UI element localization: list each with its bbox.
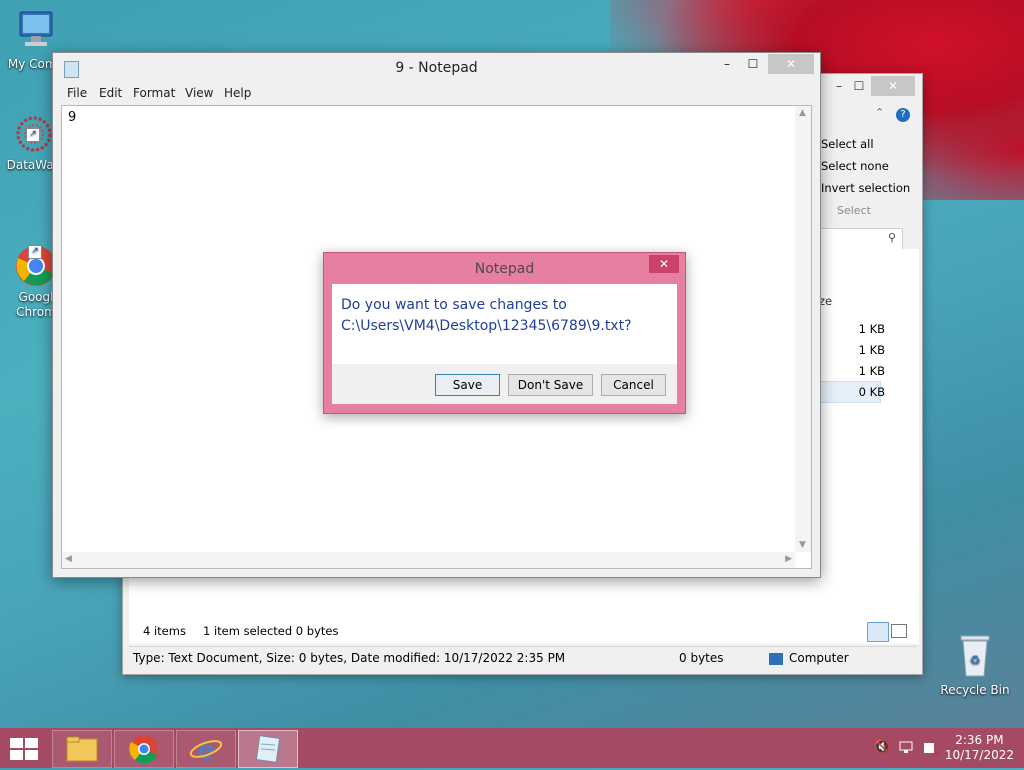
dialog-body: Do you want to save changes to C:\Users\…	[332, 284, 677, 404]
menu-help[interactable]: Help	[224, 86, 251, 100]
dialog-close-button[interactable]: ✕	[649, 255, 679, 273]
svg-text:♻: ♻	[970, 653, 981, 667]
vertical-scrollbar[interactable]: ▲ ▼	[795, 106, 811, 552]
dialog-message: Do you want to save changes to C:\Users\…	[341, 295, 661, 337]
clock-date: 10/17/2022	[944, 748, 1014, 762]
message-line: Do you want to save changes to	[341, 297, 567, 313]
maximize-button[interactable]: ☐	[845, 76, 873, 96]
selection-info: 1 item selected 0 bytes	[203, 624, 339, 638]
document-text[interactable]: 9	[68, 110, 76, 125]
taskbar-chrome[interactable]	[114, 730, 174, 768]
taskbar-file-explorer[interactable]	[52, 730, 112, 768]
folder-icon	[66, 736, 98, 762]
computer-small-icon	[769, 653, 783, 665]
cancel-button[interactable]: Cancel	[601, 374, 666, 396]
dialog-title: Notepad	[474, 261, 535, 277]
notepad-icon	[255, 735, 281, 763]
item-count: 4 items	[143, 624, 186, 638]
details-view-icon[interactable]	[867, 622, 889, 642]
action-center-icon[interactable]: x	[922, 740, 940, 758]
scroll-up-icon[interactable]: ▲	[799, 108, 806, 118]
menu-bar: File Edit Format View Help	[53, 83, 820, 103]
network-status-icon[interactable]	[898, 740, 914, 756]
ribbon-group-label: Select	[837, 204, 871, 217]
details-status-bar: Type: Text Document, Size: 0 bytes, Date…	[129, 646, 917, 671]
scroll-left-icon[interactable]: ◀	[65, 554, 72, 564]
shortcut-arrow-icon: ↗	[28, 245, 42, 259]
status-location: Computer	[789, 651, 849, 665]
help-icon[interactable]: ?	[896, 108, 910, 122]
computer-icon	[0, 8, 76, 55]
window-title: 9 - Notepad	[395, 60, 478, 76]
svg-text:x: x	[934, 748, 938, 756]
chrome-icon	[129, 735, 158, 764]
clock-time: 2:36 PM	[955, 733, 1004, 747]
menu-format[interactable]: Format	[133, 86, 175, 100]
save-changes-dialog[interactable]: Notepad ✕ Do you want to save changes to…	[323, 252, 686, 414]
file-size: 1 KB	[858, 364, 885, 378]
scroll-down-icon[interactable]: ▼	[799, 540, 806, 550]
windows-logo-icon	[10, 738, 38, 760]
taskbar-internet-explorer[interactable]: e	[176, 730, 236, 768]
large-icons-view-icon[interactable]	[891, 624, 907, 638]
close-button[interactable]: ✕	[871, 76, 915, 96]
system-clock[interactable]: 2:36 PM 10/17/2022	[945, 733, 1014, 763]
horizontal-scrollbar[interactable]: ◀ ▶	[62, 552, 795, 568]
menu-file[interactable]: File	[67, 86, 87, 100]
start-button[interactable]	[10, 738, 38, 763]
status-size: 0 bytes	[679, 651, 724, 665]
dont-save-button[interactable]: Don't Save	[508, 374, 593, 396]
desktop-icon-recycle-bin[interactable]: ♻ Recycle Bin	[935, 632, 1015, 697]
desktop-icon-label: Recycle Bin	[940, 683, 1010, 697]
taskbar-notepad[interactable]	[238, 730, 298, 768]
file-size: 1 KB	[858, 343, 885, 357]
datawag-icon: ↗	[12, 112, 56, 156]
file-size: 1 KB	[858, 322, 885, 336]
search-icon: ⚲	[887, 231, 896, 244]
taskbar: e 🔇 x 2:36 PM 10/17/2022	[0, 728, 1024, 768]
save-button[interactable]: Save	[435, 374, 500, 396]
close-button[interactable]: ✕	[768, 54, 814, 74]
internet-explorer-icon: e	[189, 736, 223, 766]
scroll-right-icon[interactable]: ▶	[785, 554, 792, 564]
select-all-button[interactable]: Select all	[821, 137, 874, 151]
dialog-button-bar: Save Don't Save Cancel	[332, 364, 677, 404]
file-size: 0 KB	[858, 385, 885, 399]
message-path: C:\Users\VM4\Desktop\12345\6789\9.txt?	[341, 318, 632, 334]
minimize-button[interactable]: –	[714, 54, 740, 74]
menu-edit[interactable]: Edit	[99, 86, 122, 100]
invert-selection-button[interactable]: Invert selection	[821, 181, 910, 195]
maximize-button[interactable]: ☐	[740, 54, 766, 74]
file-details: Type: Text Document, Size: 0 bytes, Date…	[133, 651, 566, 665]
select-none-button[interactable]: Select none	[821, 159, 889, 173]
collapse-ribbon-icon[interactable]: ⌃	[875, 106, 884, 119]
search-input[interactable]: ⚲	[819, 228, 903, 250]
notepad-titlebar[interactable]: 9 - Notepad – ☐ ✕	[53, 53, 820, 83]
menu-view[interactable]: View	[185, 86, 213, 100]
shortcut-arrow-icon: ↗	[26, 128, 40, 142]
volume-muted-icon[interactable]: 🔇	[874, 740, 890, 756]
recycle-bin-icon: ♻	[935, 632, 1015, 681]
